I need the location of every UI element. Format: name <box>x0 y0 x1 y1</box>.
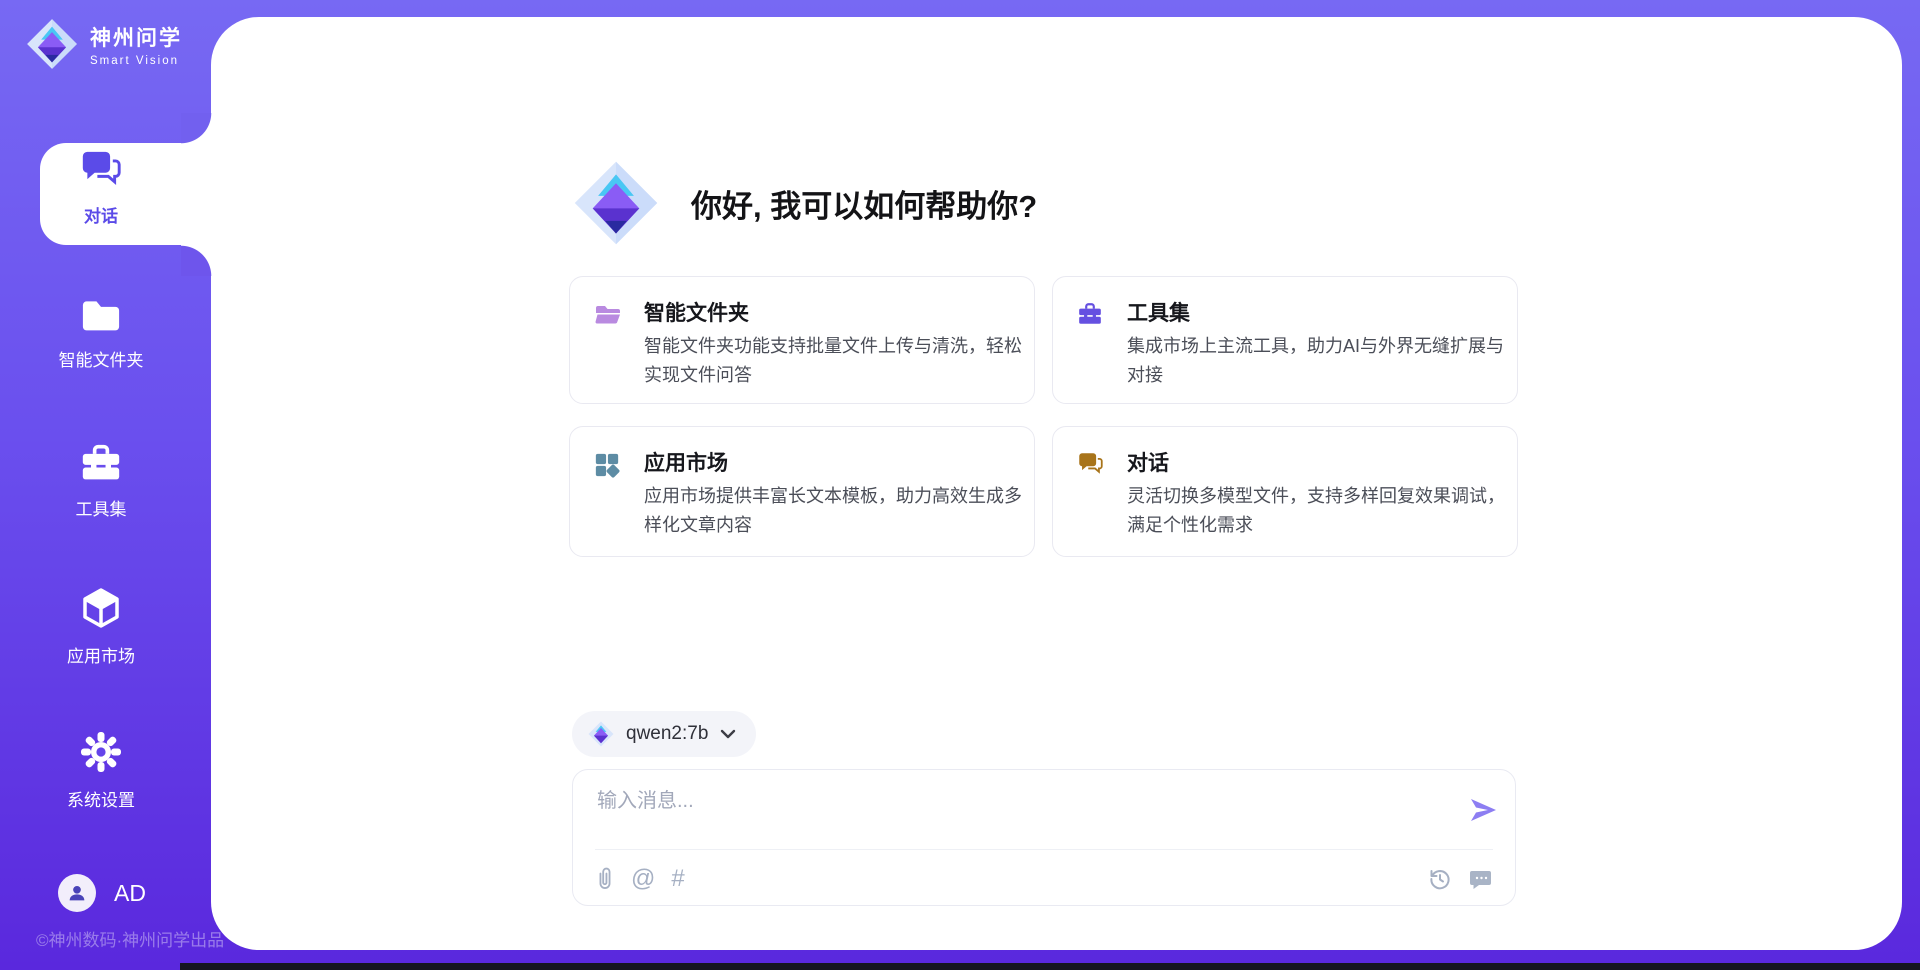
card-toolset[interactable]: 工具集 集成市场上主流工具，助力AI与外界无缝扩展与对接 <box>1052 276 1518 404</box>
send-icon[interactable] <box>1467 794 1499 826</box>
card-description: 应用市场提供丰富长文本模板，助力高效生成多样化文章内容 <box>644 482 1022 540</box>
brand-diamond-icon <box>588 721 614 747</box>
active-nav-curve-top <box>181 113 212 144</box>
folder-icon <box>594 302 622 326</box>
sidebar-item-smart-folder[interactable]: 智能文件夹 <box>0 296 202 371</box>
quick-reply-icon[interactable] <box>1468 867 1493 891</box>
active-nav-curve-bottom <box>181 245 212 276</box>
brand-diamond-icon <box>26 18 78 70</box>
copyright-footer: ©神州数码·神州问学出品 <box>36 926 224 951</box>
sidebar-item-app-market[interactable]: 应用市场 <box>0 586 202 667</box>
card-title: 对话 <box>1127 447 1169 477</box>
model-name: qwen2:7b <box>626 723 708 745</box>
user-initials: AD <box>114 880 146 907</box>
brand-logo: 神州问学 Smart Vision <box>26 18 182 70</box>
card-smart-folder[interactable]: 智能文件夹 智能文件夹功能支持批量文件上传与清洗，轻松实现文件问答 <box>569 276 1035 404</box>
message-input[interactable] <box>597 784 1417 842</box>
sidebar-item-label: 智能文件夹 <box>0 346 202 371</box>
cube-icon <box>79 586 123 630</box>
attachment-icon[interactable] <box>595 866 615 892</box>
composer-toolbar: @ # <box>595 862 1493 896</box>
card-title: 智能文件夹 <box>644 297 749 327</box>
message-composer: @ # <box>572 769 1516 906</box>
card-description: 智能文件夹功能支持批量文件上传与清洗，轻松实现文件问答 <box>644 332 1022 390</box>
user-avatar-icon <box>66 882 88 904</box>
avatar <box>58 874 96 912</box>
window-bottom-edge <box>180 963 1920 970</box>
sidebar-item-toolset[interactable]: 工具集 <box>0 443 202 520</box>
toolbox-icon <box>1077 302 1103 326</box>
card-description: 灵活切换多模型文件，支持多样回复效果调试，满足个性化需求 <box>1127 482 1505 540</box>
card-title: 工具集 <box>1127 297 1190 327</box>
user-account[interactable]: AD <box>58 874 146 912</box>
greeting-block: 你好, 我可以如何帮助你? <box>573 160 1037 246</box>
gear-icon <box>79 730 123 774</box>
card-description: 集成市场上主流工具，助力AI与外界无缝扩展与对接 <box>1127 332 1505 390</box>
card-title: 应用市场 <box>644 447 728 477</box>
greeting-text: 你好, 我可以如何帮助你? <box>691 181 1037 226</box>
sidebar-item-label: 对话 <box>0 202 202 227</box>
chat-icon <box>79 150 123 190</box>
card-app-market[interactable]: 应用市场 应用市场提供丰富长文本模板，助力高效生成多样化文章内容 <box>569 426 1035 557</box>
sidebar-item-label: 系统设置 <box>0 786 202 811</box>
card-chat[interactable]: 对话 灵活切换多模型文件，支持多样回复效果调试，满足个性化需求 <box>1052 426 1518 557</box>
chat-icon <box>1077 452 1104 477</box>
chevron-down-icon <box>720 729 736 739</box>
model-selector[interactable]: qwen2:7b <box>572 711 756 757</box>
sidebar-item-settings[interactable]: 系统设置 <box>0 730 202 811</box>
topic-icon[interactable]: # <box>671 867 684 891</box>
market-icon <box>594 452 620 478</box>
sidebar-item-chat[interactable]: 对话 <box>0 150 202 227</box>
mention-icon[interactable]: @ <box>631 867 655 891</box>
brand-name: 神州问学 <box>90 22 182 52</box>
sidebar-item-label: 应用市场 <box>0 642 202 667</box>
composer-divider <box>595 849 1493 850</box>
brand-subtitle: Smart Vision <box>90 55 182 67</box>
toolbox-icon <box>79 443 123 483</box>
folder-icon <box>79 296 123 334</box>
brand-diamond-icon <box>573 160 659 246</box>
sidebar-item-label: 工具集 <box>0 495 202 520</box>
history-icon[interactable] <box>1428 867 1452 891</box>
